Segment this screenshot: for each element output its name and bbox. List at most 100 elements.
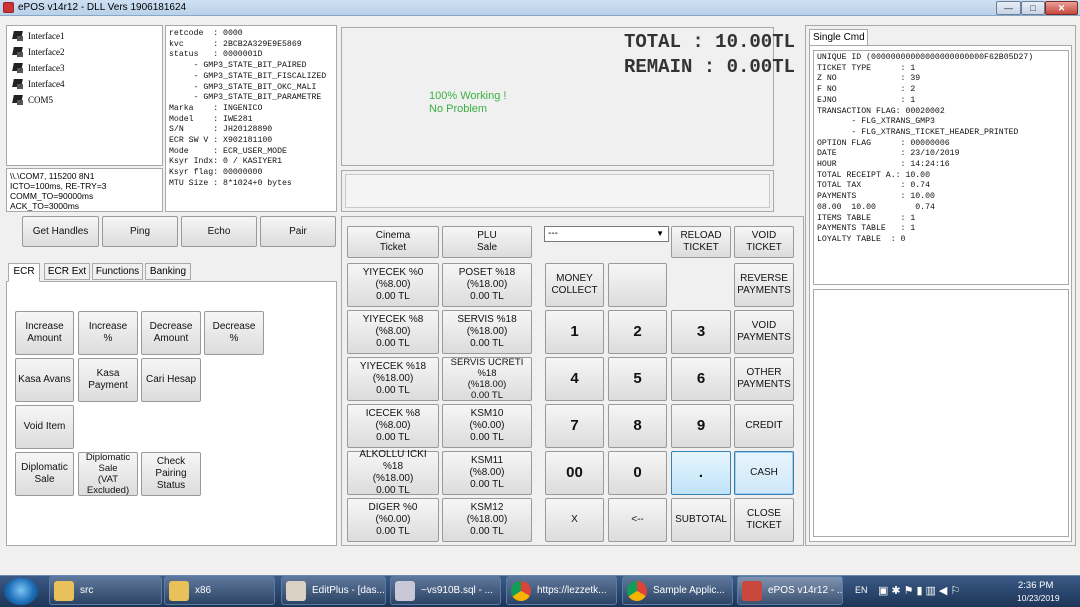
key-0[interactable]: 0 (608, 451, 667, 495)
other-payments-button[interactable]: OTHER PAYMENTS (734, 357, 794, 401)
plu-button[interactable]: KSM12 (%18.00) 0.00 TL (442, 498, 532, 542)
minimize-button[interactable]: — (996, 1, 1021, 15)
tab-ecr[interactable]: ECR (8, 263, 40, 282)
payment-type-dropdown[interactable]: --- ▼ (544, 226, 669, 242)
close-button[interactable]: ✕ (1045, 1, 1078, 15)
totals-panel: TOTAL : 10.00TL REMAIN : 0.00TL 100% Wor… (341, 27, 795, 166)
plu-button[interactable]: SERVIS UCRETI %18 (%18.00) 0.00 TL (442, 357, 532, 401)
cash-button[interactable]: CASH (734, 451, 794, 495)
message-panel (341, 170, 774, 212)
taskbar-item-editplus[interactable]: EditPlus - [das... (281, 576, 386, 605)
key-2[interactable]: 2 (608, 310, 667, 354)
key-6[interactable]: 6 (671, 357, 731, 401)
title-bar: ePOS v14r12 - DLL Vers 1906181624 — □ ✕ (0, 0, 1080, 16)
multiply-button[interactable]: X (545, 498, 604, 542)
ping-button[interactable]: Ping (102, 216, 178, 247)
chrome-icon (627, 580, 647, 601)
plu-button[interactable]: ALKOLLU ICKI %18 (%18.00) 0.00 TL (347, 449, 439, 496)
device-icon (11, 46, 24, 58)
app-icon (3, 2, 14, 13)
reload-ticket-button[interactable]: RELOAD TICKET (671, 226, 731, 258)
decrease-amount-button[interactable]: Decrease Amount (141, 311, 201, 355)
interface-label: Interface2 (28, 47, 65, 57)
kasa-payment-button[interactable]: Kasa Payment (78, 358, 138, 402)
blank-button[interactable] (608, 263, 667, 307)
key-7[interactable]: 7 (545, 404, 604, 448)
check-pairing-status-button[interactable]: Check Pairing Status (141, 452, 201, 496)
plu-button[interactable]: POSET %18 (%18.00) 0.00 TL (442, 263, 532, 307)
key-9[interactable]: 9 (671, 404, 731, 448)
diplomatic-sale-vat-excluded-button[interactable]: Diplomatic Sale (VAT Excluded) (78, 452, 138, 496)
increase-amount-button[interactable]: Increase Amount (15, 311, 74, 355)
plu-button[interactable]: KSM10 (%0.00) 0.00 TL (442, 404, 532, 448)
language-indicator[interactable]: EN (855, 585, 868, 595)
taskbar-item-x86[interactable]: x86 (164, 576, 275, 605)
decrease-percent-button[interactable]: Decrease % (204, 311, 264, 355)
money-collect-button[interactable]: MONEY COLLECT (545, 263, 604, 307)
editplus-icon (286, 580, 306, 601)
tab-functions[interactable]: Functions (92, 263, 143, 280)
plu-button[interactable]: ICECEK %8 (%8.00) 0.00 TL (347, 404, 439, 448)
plu-sale-button[interactable]: PLU Sale (442, 226, 532, 258)
tab-banking[interactable]: Banking (145, 263, 191, 280)
void-ticket-button[interactable]: VOID TICKET (734, 226, 794, 258)
device-icon (11, 78, 24, 90)
key-1[interactable]: 1 (545, 310, 604, 354)
plu-button[interactable]: SERVIS %18 (%18.00) 0.00 TL (442, 310, 532, 354)
plu-button[interactable]: DIGER %0 (%0.00) 0.00 TL (347, 498, 439, 542)
key-00[interactable]: 00 (545, 451, 604, 495)
echo-button[interactable]: Echo (181, 216, 257, 247)
interface-item-1[interactable]: Interface1 (7, 28, 162, 44)
ticket-info: UNIQUE ID (00000000000000000000000F62B05… (813, 50, 1069, 285)
tools-icon (395, 580, 415, 601)
pair-button[interactable]: Pair (260, 216, 336, 247)
window-title: ePOS v14r12 - DLL Vers 1906181624 (18, 2, 187, 13)
void-payments-button[interactable]: VOID PAYMENTS (734, 310, 794, 354)
key-decimal[interactable]: . (671, 451, 731, 495)
maximize-button[interactable]: □ (1021, 1, 1045, 15)
get-handles-button[interactable]: Get Handles (22, 216, 99, 247)
taskbar-item-chrome-1[interactable]: https://lezzetk... (506, 576, 617, 605)
total-amount: TOTAL : 10.00TL (623, 31, 795, 53)
diplomatic-sale-button[interactable]: Diplomatic Sale (15, 452, 74, 496)
backspace-button[interactable]: <-- (608, 498, 667, 542)
epos-app-icon (742, 580, 762, 601)
tray-icons[interactable]: ▣✱⚑▮▥◀⚐ (878, 584, 963, 597)
start-button[interactable] (4, 578, 38, 605)
plu-button[interactable]: KSM11 (%8.00) 0.00 TL (442, 451, 532, 495)
clock-time[interactable]: 2:36 PM (1018, 580, 1053, 591)
credit-button[interactable]: CREDIT (734, 404, 794, 448)
close-ticket-button[interactable]: CLOSE TICKET (734, 498, 794, 542)
plu-button[interactable]: YIYECEK %18 (%18.00) 0.00 TL (347, 357, 439, 401)
void-item-button[interactable]: Void Item (15, 405, 74, 449)
taskbar-item-epos[interactable]: ePOS v14r12 - ... (737, 576, 843, 605)
single-cmd-panel: Single Cmd UNIQUE ID (000000000000000000… (805, 25, 1076, 546)
key-3[interactable]: 3 (671, 310, 731, 354)
tab-ecr-ext[interactable]: ECR Ext (44, 263, 90, 280)
key-4[interactable]: 4 (545, 357, 604, 401)
cari-hesap-button[interactable]: Cari Hesap (141, 358, 201, 402)
key-8[interactable]: 8 (608, 404, 667, 448)
plu-button[interactable]: YIYECEK %8 (%8.00) 0.00 TL (347, 310, 439, 354)
interface-label: Interface3 (28, 63, 65, 73)
clock-date[interactable]: 10/23/2019 (1017, 593, 1060, 603)
kasa-avans-button[interactable]: Kasa Avans (15, 358, 74, 402)
key-5[interactable]: 5 (608, 357, 667, 401)
taskbar-label: src (80, 585, 94, 596)
subtotal-button[interactable]: SUBTOTAL (671, 498, 731, 542)
interface-item-com5[interactable]: COM5 (7, 92, 162, 108)
dropdown-value: --- (548, 228, 558, 239)
reverse-payments-button[interactable]: REVERSE PAYMENTS (734, 263, 794, 307)
interface-item-4[interactable]: Interface4 (7, 76, 162, 92)
taskbar-label: ~vs910B.sql - ... (421, 585, 493, 596)
taskbar-item-sql[interactable]: ~vs910B.sql - ... (390, 576, 501, 605)
cinema-ticket-button[interactable]: Cinema Ticket (347, 226, 439, 258)
increase-percent-button[interactable]: Increase % (78, 311, 138, 355)
interface-item-3[interactable]: Interface3 (7, 60, 162, 76)
tab-single-cmd[interactable]: Single Cmd (809, 29, 868, 46)
taskbar-item-chrome-2[interactable]: Sample Applic... (622, 576, 733, 605)
taskbar-item-src[interactable]: src (49, 576, 162, 605)
interface-item-2[interactable]: Interface2 (7, 44, 162, 60)
plu-button[interactable]: YIYECEK %0 (%8.00) 0.00 TL (347, 263, 439, 307)
taskbar-label: x86 (195, 585, 212, 596)
